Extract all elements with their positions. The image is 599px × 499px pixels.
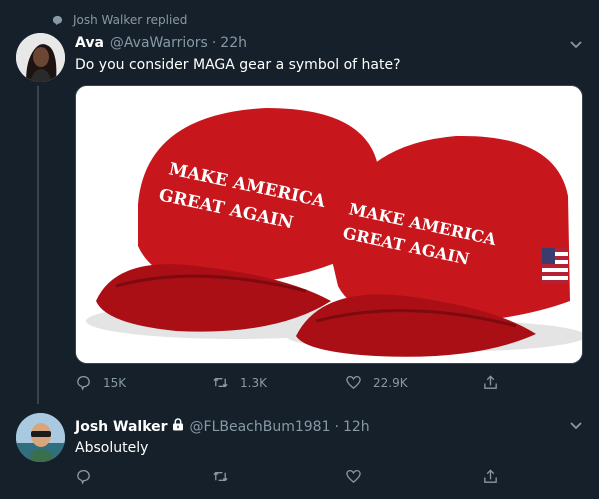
- chevron-down-icon[interactable]: [569, 421, 583, 431]
- avatar-josh-image: [16, 413, 65, 462]
- like-count: 22.9K: [373, 375, 408, 390]
- reply-button[interactable]: 15K: [75, 374, 126, 391]
- separator-dot: ·: [211, 35, 217, 51]
- retweet-icon: [213, 377, 228, 388]
- share-button[interactable]: [482, 468, 499, 485]
- reply-bubble-icon: [52, 15, 63, 25]
- author-name[interactable]: Josh Walker: [75, 419, 168, 435]
- avatar[interactable]: [16, 413, 65, 462]
- reply-icon: [77, 375, 90, 391]
- avatar[interactable]: [16, 33, 65, 82]
- like-button[interactable]: 22.9K: [345, 374, 408, 391]
- reply-icon: [77, 469, 90, 485]
- tweet-text: Do you consider MAGA gear a symbol of ha…: [75, 57, 401, 73]
- share-button[interactable]: [482, 374, 499, 391]
- heart-icon: [346, 375, 361, 390]
- reply-context-text: Josh Walker replied: [73, 13, 188, 27]
- tweet-header: Ava @AvaWarriors · 22h: [75, 35, 247, 51]
- retweet-button[interactable]: [212, 468, 229, 485]
- tweet-media-image[interactable]: MAKE AMERICA GREAT AGAIN MAKE AMERICA GR…: [75, 85, 583, 364]
- tweet-actions: [75, 468, 583, 490]
- retweet-icon: [213, 471, 228, 482]
- share-icon: [484, 469, 497, 483]
- author-handle[interactable]: @FLBeachBum1981: [190, 419, 331, 435]
- share-icon: [484, 375, 497, 389]
- tweet-text: Absolutely: [75, 440, 149, 456]
- heart-icon: [346, 469, 361, 484]
- retweet-count: 1.3K: [240, 375, 267, 390]
- reply-count: 15K: [103, 375, 127, 390]
- author-name[interactable]: Ava: [75, 35, 104, 51]
- lock-icon: [172, 418, 183, 431]
- tweet-header: Josh Walker @FLBeachBum1981 · 12h: [75, 418, 370, 435]
- reply-context: Josh Walker replied: [52, 13, 187, 27]
- separator-dot: ·: [334, 419, 339, 435]
- avatar-ava-image: [16, 33, 65, 82]
- chevron-down-icon[interactable]: [569, 40, 583, 50]
- maga-hats-image: MAKE AMERICA GREAT AGAIN MAKE AMERICA GR…: [76, 86, 582, 363]
- retweet-button[interactable]: 1.3K: [212, 374, 267, 391]
- reply-button[interactable]: [75, 468, 92, 485]
- tweet-actions: 15K 1.3K 22.9K: [75, 374, 583, 396]
- like-button[interactable]: [345, 468, 362, 485]
- tweet-timestamp[interactable]: 12h: [343, 419, 370, 435]
- thread-connector: [37, 86, 39, 404]
- author-handle[interactable]: @AvaWarriors: [110, 35, 208, 51]
- tweet-timestamp[interactable]: 22h: [220, 35, 247, 51]
